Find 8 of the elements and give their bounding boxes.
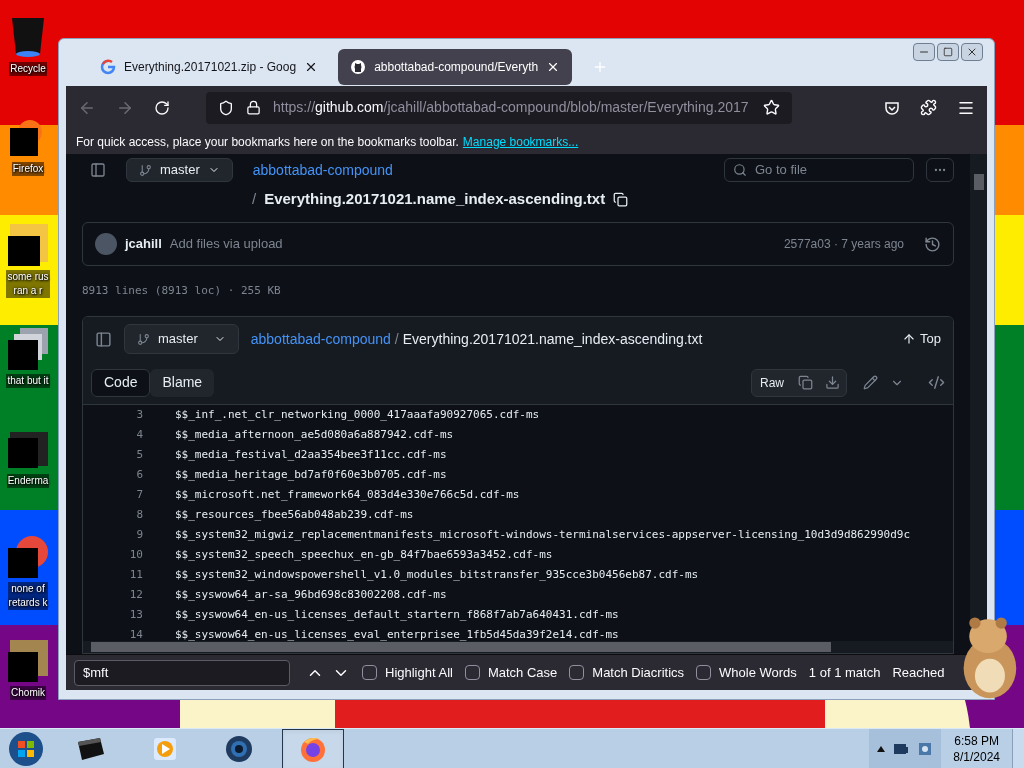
taskbar-app-button[interactable] [282,728,344,768]
clock-time[interactable]: 6:58 PM [954,732,999,749]
clock-date[interactable]: 8/1/2024 [953,748,1000,765]
network-icon[interactable] [917,740,934,757]
console-icon [76,735,106,762]
windows-logo-icon[interactable] [8,730,44,767]
globe-icon [224,733,254,764]
tray-arrow-icon[interactable] [877,745,886,752]
